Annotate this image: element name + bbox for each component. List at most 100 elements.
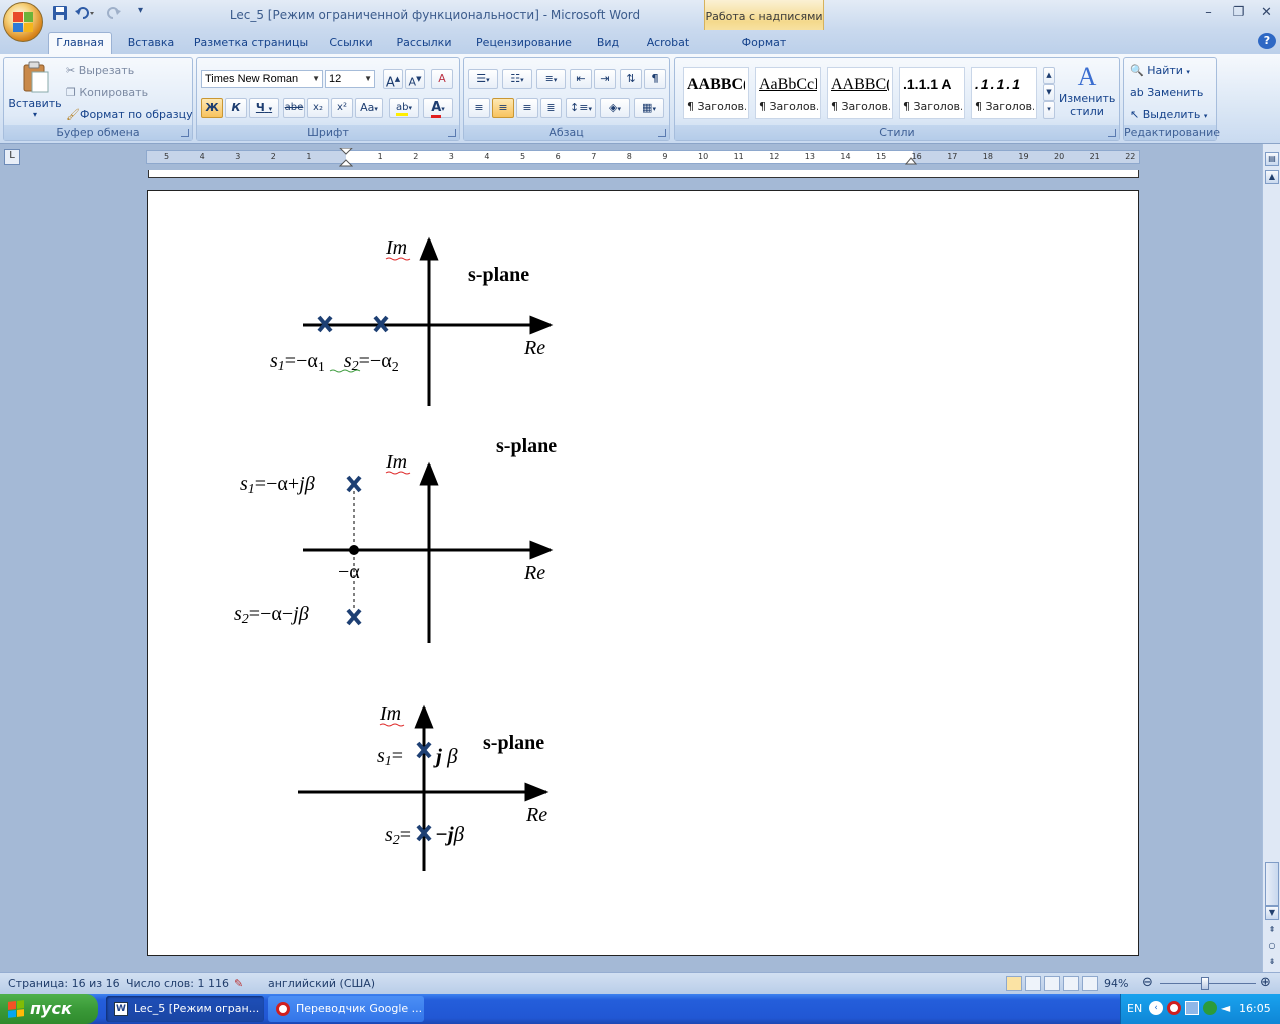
tab-insert[interactable]: Вставка: [122, 34, 180, 54]
find-button[interactable]: 🔍 Найти ▾: [1130, 64, 1190, 77]
browse-object-icon[interactable]: ○: [1265, 940, 1279, 954]
style-tile[interactable]: .1.1.1 A ¶ Заголов...: [899, 67, 965, 119]
tab-format[interactable]: Формат: [730, 34, 798, 54]
font-name-combo[interactable]: Times New Roman ▼: [201, 70, 323, 88]
opera-tray-icon[interactable]: [1167, 1001, 1181, 1015]
taskbar-item-opera[interactable]: Переводчик Google ...: [268, 996, 424, 1022]
clipboard-launcher-icon[interactable]: [181, 129, 189, 137]
print-layout-view-icon[interactable]: [1006, 976, 1022, 991]
ruler-row: L 5 4 3 2 1 1 2 3 4 5 6 7 8 9 10 11 12 13 14 15 16 17 18 19 20 21…: [0, 144, 1280, 170]
format-painter-button[interactable]: 🖌Формат по образцу: [66, 108, 193, 121]
full-screen-reading-view-icon[interactable]: [1025, 976, 1041, 991]
styles-more-icon[interactable]: ▾: [1043, 101, 1055, 119]
help-icon[interactable]: ?: [1258, 33, 1276, 49]
draft-view-icon[interactable]: [1082, 976, 1098, 991]
vertical-scrollbar[interactable]: ▤ ▲ ▼ ⇞ ○ ⇟: [1262, 144, 1280, 972]
tab-selector-icon[interactable]: L: [4, 149, 20, 165]
cut-button[interactable]: ✂ Вырезать: [66, 64, 134, 77]
styles-down-icon[interactable]: ▼: [1043, 84, 1055, 101]
shading-icon[interactable]: ◈▾: [600, 98, 630, 118]
sort-icon[interactable]: ⇅: [620, 69, 642, 89]
paragraph-launcher-icon[interactable]: [658, 129, 666, 137]
scroll-down-icon[interactable]: ▼: [1265, 906, 1279, 920]
indent-marker-icon[interactable]: [339, 148, 353, 168]
strikethrough-button[interactable]: abe: [283, 98, 305, 118]
outline-view-icon[interactable]: [1063, 976, 1079, 991]
zoom-slider-thumb[interactable]: [1201, 977, 1210, 990]
language-indicator[interactable]: английский (США): [268, 977, 375, 990]
close-button[interactable]: ✕: [1254, 4, 1279, 22]
tab-acrobat[interactable]: Acrobat: [638, 34, 698, 54]
office-button[interactable]: [3, 2, 43, 42]
styles-up-icon[interactable]: ▲: [1043, 67, 1055, 84]
change-case-button[interactable]: Aa▾: [355, 98, 383, 118]
bold-button[interactable]: Ж: [201, 98, 223, 118]
zoom-out-icon[interactable]: ⊖: [1142, 975, 1153, 990]
zoom-in-icon[interactable]: ⊕: [1260, 975, 1271, 990]
proofing-icon[interactable]: ✎: [234, 977, 243, 990]
scrollbar-thumb[interactable]: [1265, 862, 1279, 906]
align-left-icon[interactable]: ≡: [468, 98, 490, 118]
font-size-combo[interactable]: 12 ▼: [325, 70, 375, 88]
word-count[interactable]: Число слов: 1 116: [126, 977, 229, 990]
zoom-level[interactable]: 94%: [1104, 977, 1128, 990]
right-indent-marker-icon[interactable]: [905, 154, 917, 166]
font-color-button[interactable]: A▾: [423, 98, 453, 118]
decrease-indent-icon[interactable]: ⇤: [570, 69, 592, 89]
scroll-up-icon[interactable]: ▲: [1265, 170, 1279, 184]
next-page-icon[interactable]: ⇟: [1265, 956, 1279, 970]
network-icon[interactable]: [1185, 1001, 1199, 1015]
volume-icon[interactable]: ◄: [1221, 1001, 1235, 1015]
document-area[interactable]: Im Re s-plane s1=−α1 s2=−α2 Im Re s-plan…: [0, 170, 1262, 972]
style-tile[interactable]: AABBC(¶ Заголов...: [683, 67, 749, 119]
tab-mailings[interactable]: Рассылки: [390, 34, 458, 54]
subscript-button[interactable]: x₂: [307, 98, 329, 118]
select-button[interactable]: ↖ Выделить ▾: [1130, 108, 1207, 121]
italic-button[interactable]: К: [225, 98, 247, 118]
shrink-font-button[interactable]: A▼: [405, 69, 425, 89]
replace-button[interactable]: ab Заменить: [1130, 86, 1203, 99]
highlight-button[interactable]: ab▾: [389, 98, 419, 118]
taskbar-item-word[interactable]: W Lec_5 [Режим огран...: [106, 996, 264, 1022]
tab-references[interactable]: Ссылки: [322, 34, 380, 54]
increase-indent-icon[interactable]: ⇥: [594, 69, 616, 89]
style-tile[interactable]: .1.1.1 ¶ Заголов...: [971, 67, 1037, 119]
font-launcher-icon[interactable]: [448, 129, 456, 137]
document-page[interactable]: Im Re s-plane s1=−α1 s2=−α2 Im Re s-plan…: [147, 190, 1139, 956]
align-right-icon[interactable]: ≡: [516, 98, 538, 118]
tab-page-layout[interactable]: Разметка страницы: [190, 34, 312, 54]
tab-review[interactable]: Рецензирование: [468, 34, 580, 54]
tray-expand-icon[interactable]: ‹: [1149, 1001, 1163, 1015]
align-center-icon[interactable]: ≡: [492, 98, 514, 118]
paste-button[interactable]: Вставить ▾: [8, 60, 62, 124]
language-indicator[interactable]: EN: [1127, 1002, 1142, 1015]
grow-font-button[interactable]: A▲: [383, 69, 403, 90]
style-tile[interactable]: AaBbCcI ¶ Заголов...: [755, 67, 821, 119]
bullets-icon[interactable]: ☰▾: [468, 69, 498, 89]
horizontal-ruler[interactable]: 5 4 3 2 1 1 2 3 4 5 6 7 8 9 10 11 12 13 14 15 16 17 18 19 20 21 22: [146, 148, 1140, 167]
numbering-icon[interactable]: ☷▾: [502, 69, 532, 89]
paste-label: Вставить: [8, 97, 62, 110]
antivirus-icon[interactable]: [1203, 1001, 1217, 1015]
ruler-toggle-icon[interactable]: ▤: [1265, 152, 1279, 166]
minimize-button[interactable]: –: [1196, 4, 1221, 22]
copy-button[interactable]: ❐ Копировать: [66, 86, 148, 99]
styles-launcher-icon[interactable]: [1108, 129, 1116, 137]
change-styles-button[interactable]: A Изменить стили: [1059, 62, 1115, 118]
previous-page-icon[interactable]: ⇞: [1265, 924, 1279, 938]
justify-icon[interactable]: ≣: [540, 98, 562, 118]
borders-icon[interactable]: ▦▾: [634, 98, 664, 118]
show-marks-button[interactable]: ¶: [644, 69, 666, 89]
superscript-button[interactable]: x²: [331, 98, 353, 118]
line-spacing-icon[interactable]: ↕≡▾: [566, 98, 596, 118]
page-indicator[interactable]: Страница: 16 из 16: [8, 977, 120, 990]
web-layout-view-icon[interactable]: [1044, 976, 1060, 991]
restore-button[interactable]: ❐: [1226, 4, 1251, 22]
start-button[interactable]: пуск: [0, 994, 98, 1024]
clear-format-button[interactable]: A: [431, 69, 453, 89]
underline-button[interactable]: Ч ▾: [249, 98, 279, 118]
tab-home[interactable]: Главная: [48, 32, 112, 55]
style-tile[interactable]: AABBC(¶ Заголов...: [827, 67, 893, 119]
multilevel-list-icon[interactable]: ≡▾: [536, 69, 566, 89]
tab-view[interactable]: Вид: [590, 34, 626, 54]
